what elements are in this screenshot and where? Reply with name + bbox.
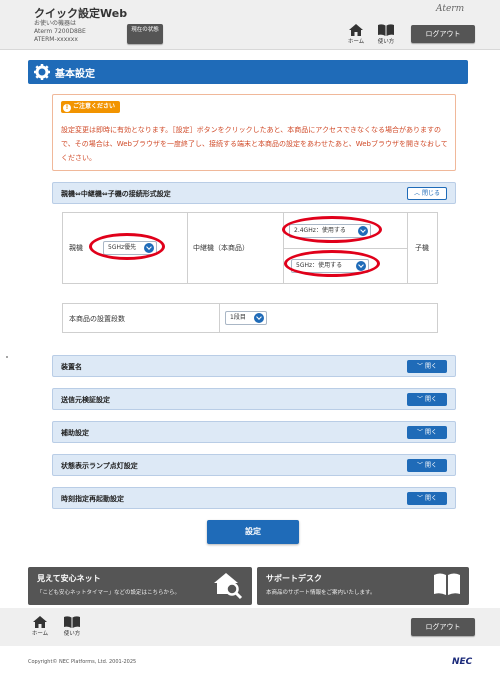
open-toggle-button[interactable]: ﹀ 開く [407, 426, 447, 439]
copyright: Copyright© NEC Platforms, Ltd. 2001-2025 [28, 659, 137, 665]
open-toggle-button[interactable]: ﹀ 開く [407, 360, 447, 373]
safety-net-subtitle: 「こども安心ネットタイマー」などの設定はこちらから。 [37, 590, 181, 596]
home-icon [33, 616, 47, 628]
divider [219, 304, 220, 332]
book-icon [378, 24, 394, 36]
open-toggle-label: 開く [424, 462, 437, 469]
footer: ホーム 使い方 ログアウト [0, 608, 500, 646]
stage-label: 本商品の設置段数 [69, 315, 125, 323]
app-title: クイック設定Web [34, 7, 128, 20]
close-toggle-label: 閉じる [421, 190, 440, 197]
panel-title: 補助設定 [61, 429, 89, 437]
support-desk-title: サポートデスク [266, 574, 322, 583]
repeater-label: 中継機（本商品） [193, 244, 249, 252]
close-toggle-button[interactable]: ︿ 閉じる [407, 187, 447, 200]
highlight-ring [282, 216, 382, 243]
open-toggle-label: 開く [424, 396, 437, 403]
home-label: ホーム [347, 39, 365, 45]
stage-row: 本商品の設置段数 1段目 [62, 303, 438, 333]
panel-auxiliary[interactable]: 補助設定 ﹀ 開く [52, 421, 456, 443]
panel-title: 状態表示ランプ点灯設定 [61, 462, 138, 470]
footer-home-nav[interactable]: ホーム [27, 616, 53, 637]
open-toggle-button[interactable]: ﹀ 開く [407, 393, 447, 406]
footer-logout-button[interactable]: ログアウト [411, 618, 475, 636]
child-label: 子機 [415, 244, 429, 252]
aterm-logo: Aterm [436, 4, 465, 14]
exclamation-icon: ! [63, 104, 71, 112]
chevron-down-icon: ﹀ [417, 396, 425, 403]
support-desk-banner[interactable]: サポートデスク 本商品のサポート情報をご案内いたします。 [257, 567, 469, 605]
open-toggle-label: 開く [424, 495, 437, 502]
house-search-icon [214, 573, 243, 600]
divider [407, 213, 408, 283]
stray-dot [6, 356, 8, 358]
device-name: ATERM-xxxxxx [34, 36, 78, 43]
panel-title: 送信元検証設定 [61, 396, 110, 404]
book-icon [64, 616, 80, 628]
open-toggle-label: 開く [424, 429, 437, 436]
stage-value: 1段目 [230, 314, 246, 321]
help-label: 使い方 [63, 631, 81, 637]
open-toggle-button[interactable]: ﹀ 開く [407, 459, 447, 472]
gear-icon [34, 64, 50, 80]
notice-text: 設定変更は即時に有効となります。［設定］ボタンをクリックしたあと、本商品にアクセ… [61, 126, 448, 162]
divider [187, 213, 188, 283]
chevron-down-icon [254, 313, 264, 323]
nec-logo: NEC [452, 657, 473, 667]
support-desk-subtitle: 本商品のサポート情報をご案内いたします。 [266, 590, 376, 596]
chevron-up-icon: ︿ [414, 190, 422, 197]
panel-source-validation[interactable]: 送信元検証設定 ﹀ 開く [52, 388, 456, 410]
safety-net-title: 見えて安心ネット [37, 574, 101, 583]
home-nav[interactable]: ホーム [343, 24, 369, 45]
panel-title: 装置名 [61, 363, 82, 371]
parent-label: 親機 [69, 244, 83, 252]
device-label: お使いの機器は [34, 20, 77, 27]
section-header: 基本設定 [28, 60, 468, 84]
connection-panel-title: 親機⇔中継機⇔子機の接続形式設定 [61, 190, 171, 198]
connection-panel-header[interactable]: 親機⇔中継機⇔子機の接続形式設定 ︿ 閉じる [52, 182, 456, 204]
stage-select[interactable]: 1段目 [225, 311, 267, 325]
help-label: 使い方 [377, 39, 395, 45]
highlight-ring [284, 250, 380, 277]
current-status-button[interactable]: 現在の状態 [127, 24, 163, 44]
chevron-down-icon: ﹀ [417, 363, 425, 370]
section-title: 基本設定 [55, 69, 95, 80]
notice-badge: ! ご注意ください [61, 101, 121, 113]
footer-help-nav[interactable]: 使い方 [59, 616, 85, 637]
logout-button[interactable]: ログアウト [411, 25, 475, 43]
home-icon [349, 24, 363, 36]
panel-scheduled-reboot[interactable]: 時刻指定再起動設定 ﹀ 開く [52, 487, 456, 509]
safety-net-banner[interactable]: 見えて安心ネット 「こども安心ネットタイマー」などの設定はこちらから。 [28, 567, 252, 605]
home-label: ホーム [31, 631, 49, 637]
set-button[interactable]: 設定 [207, 520, 299, 544]
open-toggle-label: 開く [424, 363, 437, 370]
header: クイック設定Web お使いの機器は Aterm 7200D8BE ATERM-x… [0, 0, 500, 50]
help-nav[interactable]: 使い方 [373, 24, 399, 45]
notice-box: ! ご注意ください 設定変更は即時に有効となります。［設定］ボタンをクリックしたあ… [52, 94, 456, 171]
device-model: Aterm 7200D8BE [34, 28, 86, 35]
book-icon [434, 573, 460, 595]
open-toggle-button[interactable]: ﹀ 開く [407, 492, 447, 505]
panel-device-name[interactable]: 装置名 ﹀ 開く [52, 355, 456, 377]
panel-title: 時刻指定再起動設定 [61, 495, 124, 503]
notice-badge-label: ご注意ください [73, 103, 116, 110]
chevron-down-icon: ﹀ [417, 429, 425, 436]
panel-status-lamp[interactable]: 状態表示ランプ点灯設定 ﹀ 開く [52, 454, 456, 476]
chevron-down-icon: ﹀ [417, 495, 425, 502]
chevron-down-icon: ﹀ [417, 462, 425, 469]
device-info: お使いの機器は Aterm 7200D8BE ATERM-xxxxxx [34, 20, 86, 44]
divider [283, 248, 407, 249]
highlight-ring [89, 233, 165, 260]
